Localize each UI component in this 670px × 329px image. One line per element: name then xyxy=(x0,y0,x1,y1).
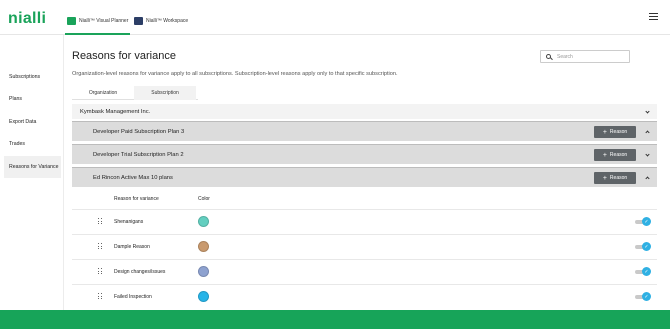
drag-handle-icon[interactable] xyxy=(98,268,102,275)
plan-name: Ed Rincon Active Max 10 plans xyxy=(93,174,173,181)
footer-bar xyxy=(0,310,670,329)
add-reason-label: Reason xyxy=(609,129,628,135)
sidebar-item-subscriptions[interactable]: Subscriptions xyxy=(4,66,61,88)
enable-toggle[interactable]: ✓ xyxy=(635,217,651,226)
table-row: Failed Inspection ✓ xyxy=(72,284,657,308)
check-icon: ✓ xyxy=(642,292,651,301)
plus-icon: + xyxy=(602,128,607,136)
add-reason-button[interactable]: + Reason xyxy=(594,126,636,138)
search-input[interactable] xyxy=(557,53,627,60)
plan-section-header[interactable]: Developer Trial Subscription Plan 2 + Re… xyxy=(72,144,657,164)
enable-toggle[interactable]: ✓ xyxy=(635,242,651,251)
plan-section-header[interactable]: Ed Rincon Active Max 10 plans + Reason xyxy=(72,167,657,187)
drag-handle-icon[interactable] xyxy=(98,293,102,300)
sidebar: Subscriptions Plans Export Data Trades R… xyxy=(0,35,64,310)
chevron-down-icon[interactable] xyxy=(645,108,650,114)
chevron-down-icon[interactable] xyxy=(645,151,650,157)
reason-name: Dample Reason xyxy=(114,244,150,250)
chevron-up-icon[interactable] xyxy=(645,175,650,181)
drag-handle-icon[interactable] xyxy=(98,243,102,250)
add-reason-button[interactable]: + Reason xyxy=(594,172,636,184)
plus-icon: + xyxy=(602,174,607,182)
tab-organization[interactable]: Organization xyxy=(72,86,134,100)
table-row: Shenanigans ✓ xyxy=(72,209,657,233)
table-row: Design changes/issues ✓ xyxy=(72,259,657,283)
column-header-color: Color xyxy=(198,196,210,202)
workspace-label: Nialli™ Workspace xyxy=(146,18,189,24)
search-box[interactable] xyxy=(540,50,630,63)
color-swatch[interactable] xyxy=(198,216,209,227)
search-icon xyxy=(546,54,551,59)
drag-handle-icon[interactable] xyxy=(98,218,102,225)
check-icon: ✓ xyxy=(642,267,651,276)
check-icon: ✓ xyxy=(642,217,651,226)
add-reason-label: Reason xyxy=(609,152,628,158)
planner-app-icon xyxy=(67,17,76,25)
page-description: Organization-level reasons for variance … xyxy=(72,71,398,77)
enable-toggle[interactable]: ✓ xyxy=(635,292,651,301)
reason-name: Design changes/issues xyxy=(114,269,166,275)
plan-section-header[interactable]: Developer Paid Subscription Plan 3 + Rea… xyxy=(72,121,657,141)
visual-planner-label: Nialli™ Visual Planner xyxy=(79,18,129,24)
enable-toggle[interactable]: ✓ xyxy=(635,267,651,276)
nialli-logo[interactable]: nialli xyxy=(8,10,46,28)
sidebar-item-trades[interactable]: Trades xyxy=(4,133,61,155)
plan-name: Developer Trial Subscription Plan 2 xyxy=(93,151,184,158)
tab-subscription[interactable]: Subscription xyxy=(134,86,196,100)
sidebar-item-export-data[interactable]: Export Data xyxy=(4,111,61,133)
page-title: Reasons for variance xyxy=(72,50,176,62)
color-swatch[interactable] xyxy=(198,291,209,302)
level-tabs: Organization Subscription xyxy=(72,86,198,100)
table-row: Dample Reason ✓ xyxy=(72,234,657,258)
column-header-reason: Reason for variance xyxy=(114,196,159,202)
check-icon: ✓ xyxy=(642,242,651,251)
reason-name: Failed Inspection xyxy=(114,294,152,300)
plan-name: Developer Paid Subscription Plan 3 xyxy=(93,128,185,135)
workspace-app-link[interactable]: Nialli™ Workspace xyxy=(134,15,188,27)
plus-icon: + xyxy=(602,151,607,159)
add-reason-label: Reason xyxy=(609,175,628,181)
color-swatch[interactable] xyxy=(198,241,209,252)
company-name: Kymbask Management Inc. xyxy=(80,108,151,115)
workspace-app-icon xyxy=(134,17,143,25)
add-reason-button[interactable]: + Reason xyxy=(594,149,636,161)
top-bar: nialli Nialli™ Visual Planner Nialli™ Wo… xyxy=(0,0,670,35)
main-content: Reasons for variance Organization-level … xyxy=(64,35,670,310)
chevron-up-icon[interactable] xyxy=(645,129,650,135)
hamburger-menu-icon[interactable] xyxy=(649,13,658,20)
company-section-header[interactable]: Kymbask Management Inc. xyxy=(72,104,657,119)
visual-planner-app-link[interactable]: Nialli™ Visual Planner xyxy=(64,15,131,35)
color-swatch[interactable] xyxy=(198,266,209,277)
reason-name: Shenanigans xyxy=(114,219,144,225)
sidebar-item-reasons-for-variance[interactable]: Reasons for Variance xyxy=(4,156,61,178)
sidebar-item-plans[interactable]: Plans xyxy=(4,88,61,110)
